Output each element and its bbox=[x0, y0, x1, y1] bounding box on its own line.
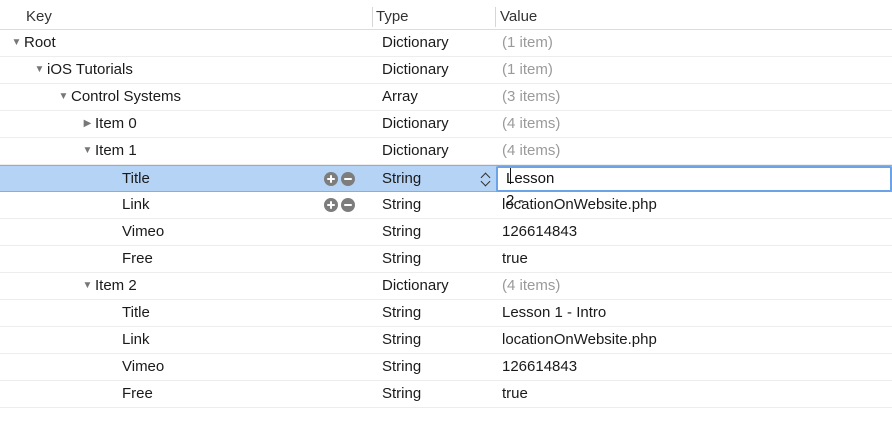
row-value[interactable]: true bbox=[502, 246, 528, 272]
row-key: Control Systems bbox=[71, 88, 182, 105]
row-key[interactable]: Link bbox=[122, 327, 150, 353]
plist-row-item-1[interactable]: ▼ Item 1 Dictionary (4 items) bbox=[0, 138, 892, 165]
row-type[interactable]: Dictionary bbox=[382, 111, 449, 137]
row-key: Item 1 bbox=[95, 142, 137, 159]
plist-row-item-0[interactable]: ▶ Item 0 Dictionary (4 items) bbox=[0, 111, 892, 138]
type-column-header[interactable]: Type bbox=[376, 5, 409, 29]
add-row-icon[interactable] bbox=[324, 172, 338, 186]
row-value[interactable]: 126614843 bbox=[502, 219, 577, 245]
row-value[interactable]: locationOnWebsite.php bbox=[502, 192, 657, 218]
row-key[interactable]: Link bbox=[122, 192, 150, 218]
row-key[interactable]: Vimeo bbox=[122, 354, 164, 380]
row-key[interactable]: Free bbox=[122, 246, 153, 272]
row-value[interactable]: locationOnWebsite.php bbox=[502, 327, 657, 353]
column-header: Key Type Value bbox=[0, 5, 892, 30]
disclosure-triangle-icon[interactable]: ▶ bbox=[81, 111, 94, 137]
row-key: Root bbox=[24, 34, 56, 51]
row-type[interactable]: Dictionary bbox=[382, 138, 449, 164]
disclosure-triangle-icon[interactable]: ▼ bbox=[81, 138, 94, 164]
row-type[interactable]: String bbox=[382, 381, 421, 407]
disclosure-triangle-icon[interactable]: ▼ bbox=[33, 57, 46, 83]
row-value: (1 item) bbox=[502, 61, 553, 78]
row-value: (3 items) bbox=[502, 88, 561, 105]
row-key: iOS Tutorials bbox=[47, 61, 133, 78]
plist-row-item-2-link[interactable]: Link String locationOnWebsite.php bbox=[0, 327, 892, 354]
row-type[interactable]: String bbox=[382, 219, 421, 245]
row-type[interactable]: String bbox=[382, 300, 421, 326]
plist-row-item-1-free[interactable]: Free String true bbox=[0, 246, 892, 273]
add-row-icon[interactable] bbox=[324, 198, 338, 212]
row-key: Item 0 bbox=[95, 115, 137, 132]
row-value[interactable]: Lesson 1 - Intro bbox=[502, 300, 606, 326]
remove-row-icon[interactable] bbox=[341, 198, 355, 212]
row-type[interactable]: String bbox=[382, 166, 421, 192]
plist-row-item-1-title[interactable]: Title String Lesson 2 - bbox=[0, 165, 892, 209]
row-key[interactable]: Free bbox=[122, 381, 153, 407]
row-type[interactable]: Array bbox=[382, 84, 418, 110]
plist-rows: ▼ Root Dictionary (1 item) ▼ iOS Tutoria… bbox=[0, 30, 892, 408]
row-key[interactable]: Vimeo bbox=[122, 219, 164, 245]
row-type[interactable]: Dictionary bbox=[382, 57, 449, 83]
row-value: (4 items) bbox=[502, 142, 561, 159]
plist-row-item-2-free[interactable]: Free String true bbox=[0, 381, 892, 408]
plist-row-item-1-link[interactable]: Link String locationOnWebsite.php bbox=[0, 192, 892, 219]
disclosure-triangle-icon[interactable]: ▼ bbox=[10, 30, 23, 56]
row-key[interactable]: Title bbox=[122, 166, 150, 192]
plist-row-root[interactable]: ▼ Root Dictionary (1 item) bbox=[0, 30, 892, 57]
row-type[interactable]: String bbox=[382, 192, 421, 218]
type-popup-stepper-icon[interactable] bbox=[479, 169, 493, 189]
row-value: (1 item) bbox=[502, 34, 553, 51]
row-value: (4 items) bbox=[502, 277, 561, 294]
plist-row-item-2-vimeo[interactable]: Vimeo String 126614843 bbox=[0, 354, 892, 381]
remove-row-icon[interactable] bbox=[341, 172, 355, 186]
value-edit-field[interactable]: Lesson 2 - bbox=[496, 166, 892, 209]
row-type[interactable]: String bbox=[382, 327, 421, 353]
column-divider[interactable] bbox=[372, 7, 373, 27]
plist-row-control-systems[interactable]: ▼ Control Systems Array (3 items) bbox=[0, 84, 892, 111]
row-type[interactable]: String bbox=[382, 246, 421, 272]
disclosure-triangle-icon[interactable]: ▼ bbox=[81, 273, 94, 299]
plist-row-item-2-title[interactable]: Title String Lesson 1 - Intro bbox=[0, 300, 892, 327]
column-divider[interactable] bbox=[495, 7, 496, 27]
plist-row-ios-tutorials[interactable]: ▼ iOS Tutorials Dictionary (1 item) bbox=[0, 57, 892, 84]
row-type[interactable]: Dictionary bbox=[382, 30, 449, 56]
plist-editor: Key Type Value ▼ Root Dictionary (1 item… bbox=[0, 0, 892, 440]
plist-row-item-2[interactable]: ▼ Item 2 Dictionary (4 items) bbox=[0, 273, 892, 300]
row-value: (4 items) bbox=[502, 115, 561, 132]
row-value[interactable]: true bbox=[502, 381, 528, 407]
row-value[interactable]: 126614843 bbox=[502, 354, 577, 380]
row-type[interactable]: String bbox=[382, 354, 421, 380]
row-type[interactable]: Dictionary bbox=[382, 273, 449, 299]
key-column-header[interactable]: Key bbox=[26, 5, 52, 29]
row-key[interactable]: Title bbox=[122, 300, 150, 326]
disclosure-triangle-icon[interactable]: ▼ bbox=[57, 84, 70, 110]
plist-row-item-1-vimeo[interactable]: Vimeo String 126614843 bbox=[0, 219, 892, 246]
value-column-header[interactable]: Value bbox=[500, 5, 537, 29]
row-key: Item 2 bbox=[95, 277, 137, 294]
text-caret bbox=[510, 168, 511, 184]
